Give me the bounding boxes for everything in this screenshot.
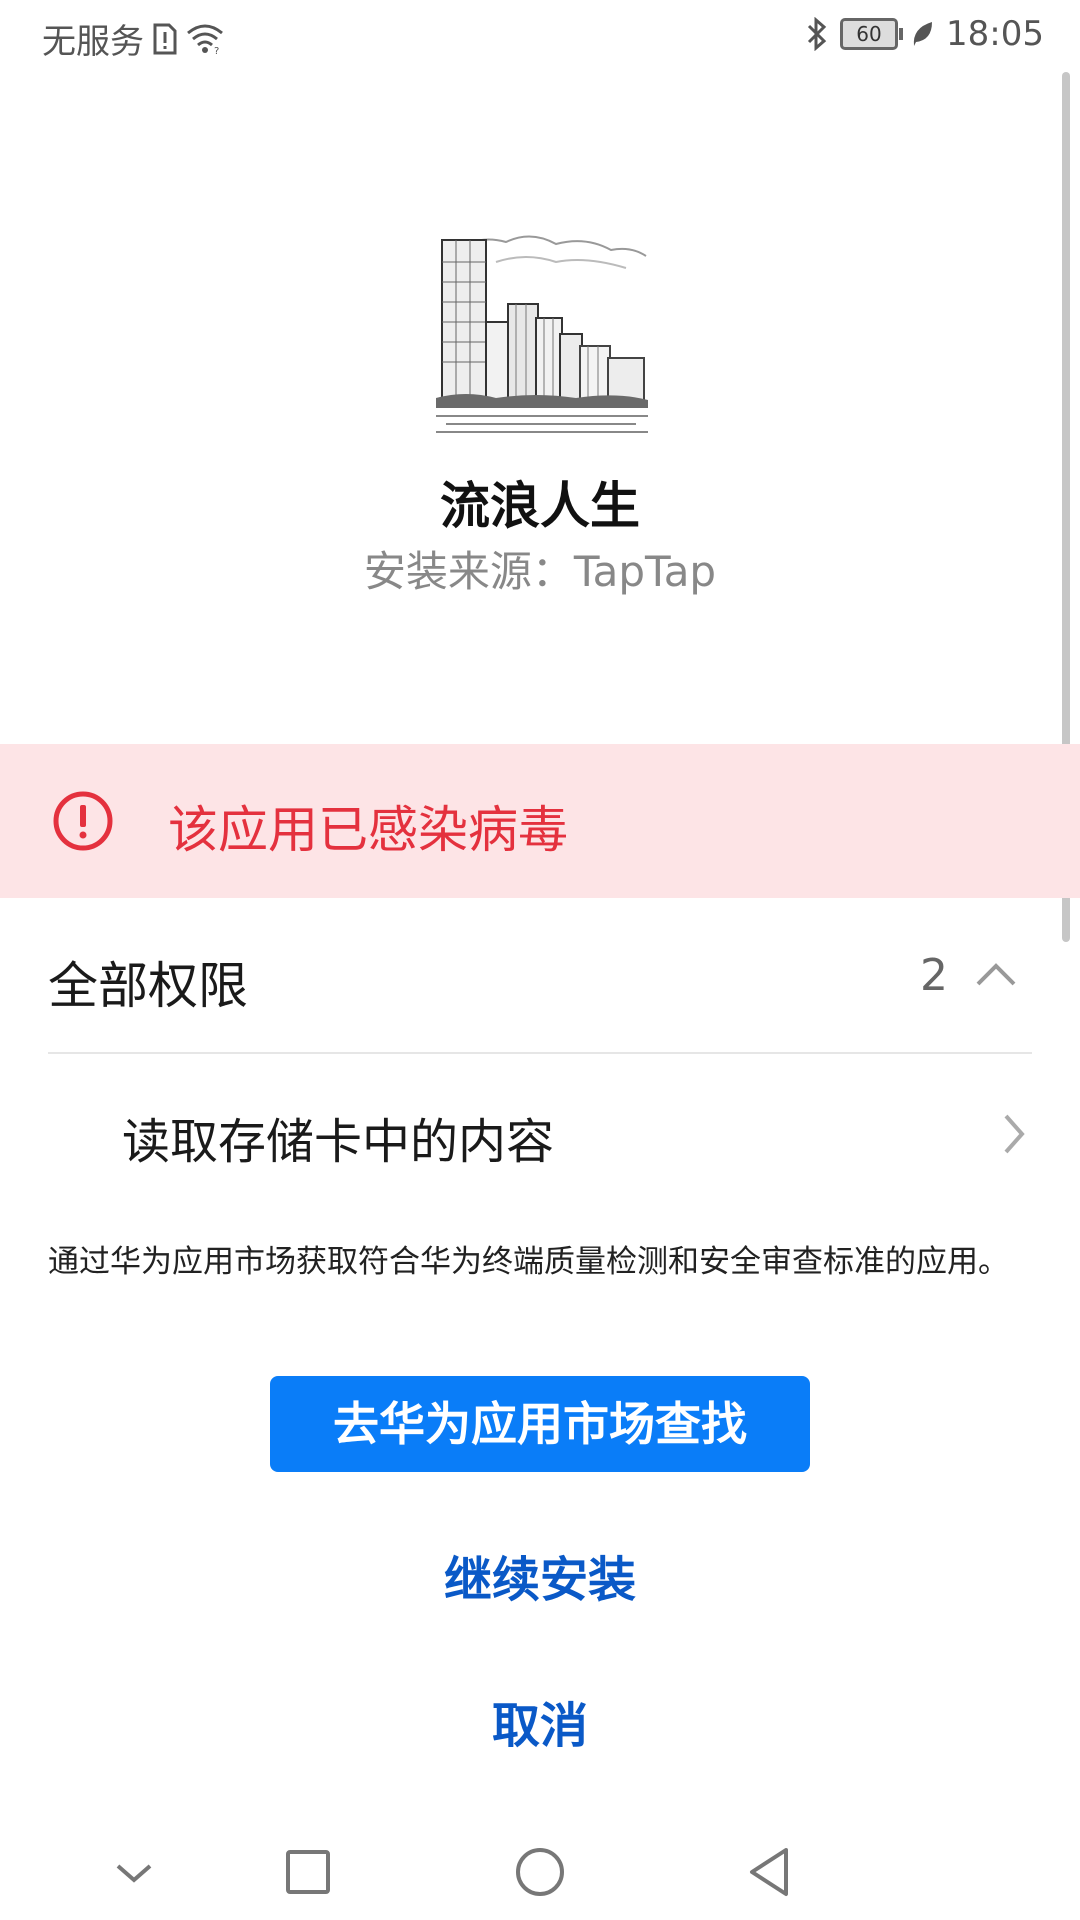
alert-circle-icon: [53, 791, 113, 851]
chevron-right-icon: [1004, 1114, 1025, 1154]
status-left: 无服务 ?: [42, 14, 224, 63]
permissions-title: 全部权限: [48, 957, 248, 1015]
battery-level: 60: [856, 22, 882, 46]
cancel-button[interactable]: 取消: [0, 1686, 1080, 1756]
leaf-icon: [913, 22, 933, 46]
wifi-icon: ?: [187, 24, 223, 55]
permissions-header[interactable]: 全部权限 2: [48, 940, 1032, 1052]
chevron-down-icon[interactable]: [104, 1842, 164, 1902]
status-bar: 无服务 ? 60 18:05: [0, 0, 1080, 72]
home-icon[interactable]: [510, 1842, 570, 1902]
clock: 18:05: [946, 14, 1044, 54]
app-icon: [436, 222, 648, 438]
svg-text:?: ?: [214, 46, 219, 55]
warning-text: 该应用已感染病毒: [168, 801, 568, 859]
install-source: 安装来源：TapTap: [363, 547, 717, 596]
bluetooth-icon: [807, 17, 827, 51]
recent-apps-icon[interactable]: [278, 1842, 338, 1902]
status-right: 60 18:05: [806, 14, 1044, 54]
chevron-up-icon[interactable]: [974, 958, 1018, 990]
permissions-count: 2: [920, 950, 948, 1001]
info-text: 通过华为应用市场获取符合华为终端质量检测和安全审查标准的应用。: [48, 1244, 1009, 1280]
sim-alert-icon: [153, 23, 177, 54]
app-name: 流浪人生: [440, 477, 640, 535]
virus-warning-banner: 该应用已感染病毒: [0, 744, 1080, 898]
divider: [48, 1052, 1032, 1054]
carrier-label: 无服务: [42, 22, 144, 62]
permission-item-label: 读取存储卡中的内容: [122, 1114, 555, 1170]
back-icon[interactable]: [740, 1842, 800, 1902]
go-to-app-market-button[interactable]: 去华为应用市场查找: [270, 1376, 810, 1472]
battery-icon: 60: [840, 18, 904, 50]
continue-install-button[interactable]: 继续安装: [0, 1540, 1080, 1610]
navigation-bar: [0, 1820, 1080, 1920]
permission-item-storage[interactable]: 读取存储卡中的内容: [48, 1090, 1032, 1180]
